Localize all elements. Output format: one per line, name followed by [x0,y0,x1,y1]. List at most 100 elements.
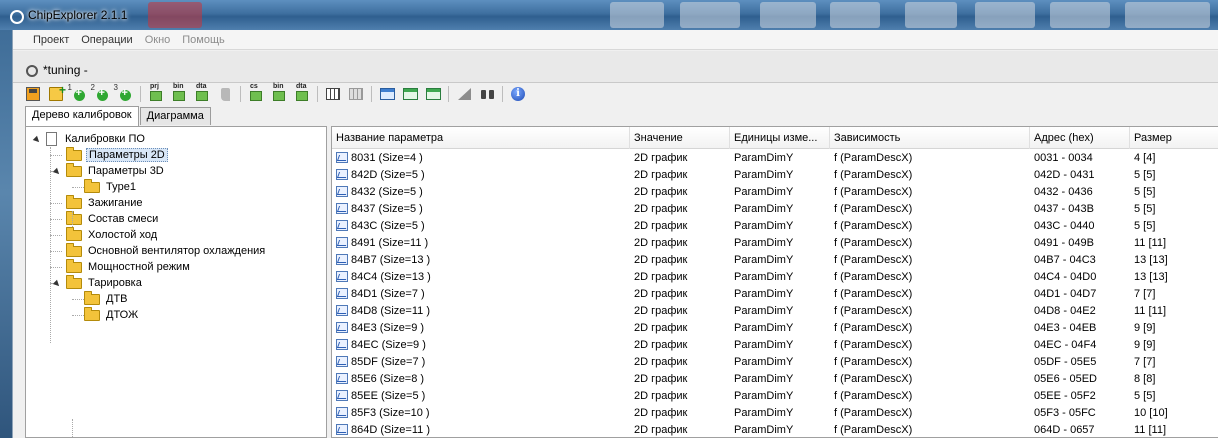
tree-item[interactable]: Холостой ход [66,226,159,243]
tree-item[interactable]: ДТОЖ [84,306,140,323]
export-bin-icon [273,83,285,101]
tree-item[interactable]: Параметры 3D [53,162,166,179]
table-row[interactable]: 84B7 (Size=13 ) 2D график ParamDimY f (Para… [332,252,1218,269]
toolbar-button[interactable] [400,85,420,103]
column-header[interactable]: Значение [630,127,730,149]
toolbar-button[interactable]: i [508,85,528,103]
menu-2[interactable]: Окно [145,34,171,46]
menu-1[interactable]: Операции [81,34,132,46]
tree-item[interactable]: Type1 [84,178,138,195]
tree-item[interactable]: ДТВ [84,290,130,307]
title-bar[interactable]: ChipExplorer 2.1.1 [0,0,1218,30]
tree-item[interactable]: Мощностной режим [66,258,192,275]
cell-text: f (ParamDescX) [834,254,913,266]
toolbar-button[interactable] [91,83,112,103]
table-cell: ParamDimY [730,354,830,371]
table-cell: 04D8 - 04E2 [1030,303,1130,320]
toolbar-button[interactable] [377,85,397,103]
table-row[interactable]: 84E3 (Size=9 ) 2D график ParamDimY f (Param… [332,320,1218,337]
table-row[interactable]: 842D (Size=5 ) 2D график ParamDimY f (Param… [332,167,1218,184]
parameter-grid[interactable]: Название параметра Значение Единицы изме..… [331,126,1218,438]
window-blue-icon [379,88,395,100]
table-cell: ParamDimY [730,235,830,252]
menu-3[interactable]: Помощь [182,34,225,46]
background-deco [1050,2,1110,28]
cell-text: 2D график [634,152,688,164]
cell-text: ParamDimY [734,203,794,215]
expand-arrow-icon[interactable] [53,167,62,176]
calibration-tree[interactable]: Калибровки ПО Параметры 2D Параметры 3D Typ… [25,126,327,438]
cell-text: ParamDimY [734,288,794,300]
tab-0[interactable]: Дерево калибровок [25,106,139,126]
toolbar-button[interactable] [68,83,89,103]
column-header[interactable]: Адрес (hex) [1030,127,1130,149]
toolbar-button[interactable] [246,83,266,103]
table-row[interactable]: 8491 (Size=11 ) 2D график ParamDimY f (Para… [332,235,1218,252]
chart-2d-icon [336,152,348,163]
toolbar-button[interactable] [269,83,289,103]
toolbar-button[interactable] [146,83,166,103]
table-row[interactable]: 84D1 (Size=7 ) 2D график ParamDimY f (Param… [332,286,1218,303]
column-header[interactable]: Единицы изме... [730,127,830,149]
table-row[interactable]: 8437 (Size=5 ) 2D график ParamDimY f (Param… [332,201,1218,218]
toolbar-button[interactable] [192,83,212,103]
table-row[interactable]: 864D (Size=11 ) 2D график ParamDimY f (Para… [332,422,1218,437]
table-cell: ParamDimY [730,167,830,184]
table-row[interactable]: 84D8 (Size=11 ) 2D график ParamDimY f (Para… [332,303,1218,320]
toolbar-button[interactable] [215,85,235,103]
toolbar-button[interactable] [23,85,43,103]
toolbar-button[interactable] [169,83,189,103]
table-row[interactable]: 85EE (Size=5 ) 2D график ParamDimY f (Param… [332,388,1218,405]
table-row[interactable]: 8031 (Size=4 ) 2D график ParamDimY f (Param… [332,150,1218,167]
export-dta-icon [296,83,308,101]
cell-text: 2D график [634,305,688,317]
table-cell: f (ParamDescX) [830,388,1030,405]
table-row[interactable]: 8432 (Size=5 ) 2D график ParamDimY f (Param… [332,184,1218,201]
tree-item[interactable]: Состав смеси [66,210,160,227]
toolbar-button[interactable] [46,83,66,103]
table-cell: 2D график [630,286,730,303]
table-cell: 2D график [630,337,730,354]
cell-text: 2D график [634,356,688,368]
cell-text: 064D - 0657 [1034,424,1095,436]
table-row[interactable]: 843C (Size=5 ) 2D график ParamDimY f (Param… [332,218,1218,235]
table-row[interactable]: 85F3 (Size=10 ) 2D график ParamDimY f (Para… [332,405,1218,422]
table-cell: 10 [10] [1130,405,1218,422]
cell-text: 84C4 (Size=13 ) [351,271,431,283]
tree-item-label: Мощностной режим [88,261,190,273]
tree-item[interactable]: Калибровки ПО [33,131,147,147]
table-row[interactable]: 84C4 (Size=13 ) 2D график ParamDimY f (Para… [332,269,1218,286]
toolbar-button[interactable] [423,85,443,103]
tab-1[interactable]: Диаграмма [139,107,211,125]
cell-text: 2D график [634,169,688,181]
document-title-row[interactable]: *tuning - [25,63,88,77]
cell-text: f (ParamDescX) [834,288,913,300]
background-deco [830,2,880,28]
tree-item[interactable]: Параметры 2D [66,146,168,163]
tree-item[interactable]: Зажигание [66,194,145,211]
toolbar-button[interactable] [292,83,312,103]
cell-text: 8432 (Size=5 ) [351,186,423,198]
cell-text: 842D (Size=5 ) [351,169,425,181]
toolbar-button[interactable] [346,85,366,103]
column-header[interactable]: Размер [1130,127,1218,149]
expand-arrow-icon[interactable] [33,135,42,144]
table-row[interactable]: 85E6 (Size=8 ) 2D график ParamDimY f (Param… [332,371,1218,388]
toolbar-button[interactable] [477,85,497,103]
expand-arrow-icon[interactable] [53,279,62,288]
toolbar: i [13,83,1218,105]
table-row[interactable]: 84EC (Size=9 ) 2D график ParamDimY f (Param… [332,337,1218,354]
tree-item[interactable]: Тарировка [53,274,144,291]
tree-item[interactable]: Основной вентилятор охлаждения [66,242,267,259]
toolbar-button[interactable] [114,83,135,103]
cell-text: 11 [11] [1134,237,1167,249]
table-row[interactable]: 85DF (Size=7 ) 2D график ParamDimY f (Param… [332,354,1218,371]
chart-2d-icon [336,203,348,214]
column-header[interactable]: Название параметра [332,127,630,149]
toolbar-button[interactable] [323,85,343,103]
table-cell: 2D график [630,150,730,167]
toolbar-button[interactable] [454,85,474,103]
column-header[interactable]: Зависимость [830,127,1030,149]
menu-0[interactable]: Проект [33,34,69,46]
cell-text: ParamDimY [734,254,794,266]
